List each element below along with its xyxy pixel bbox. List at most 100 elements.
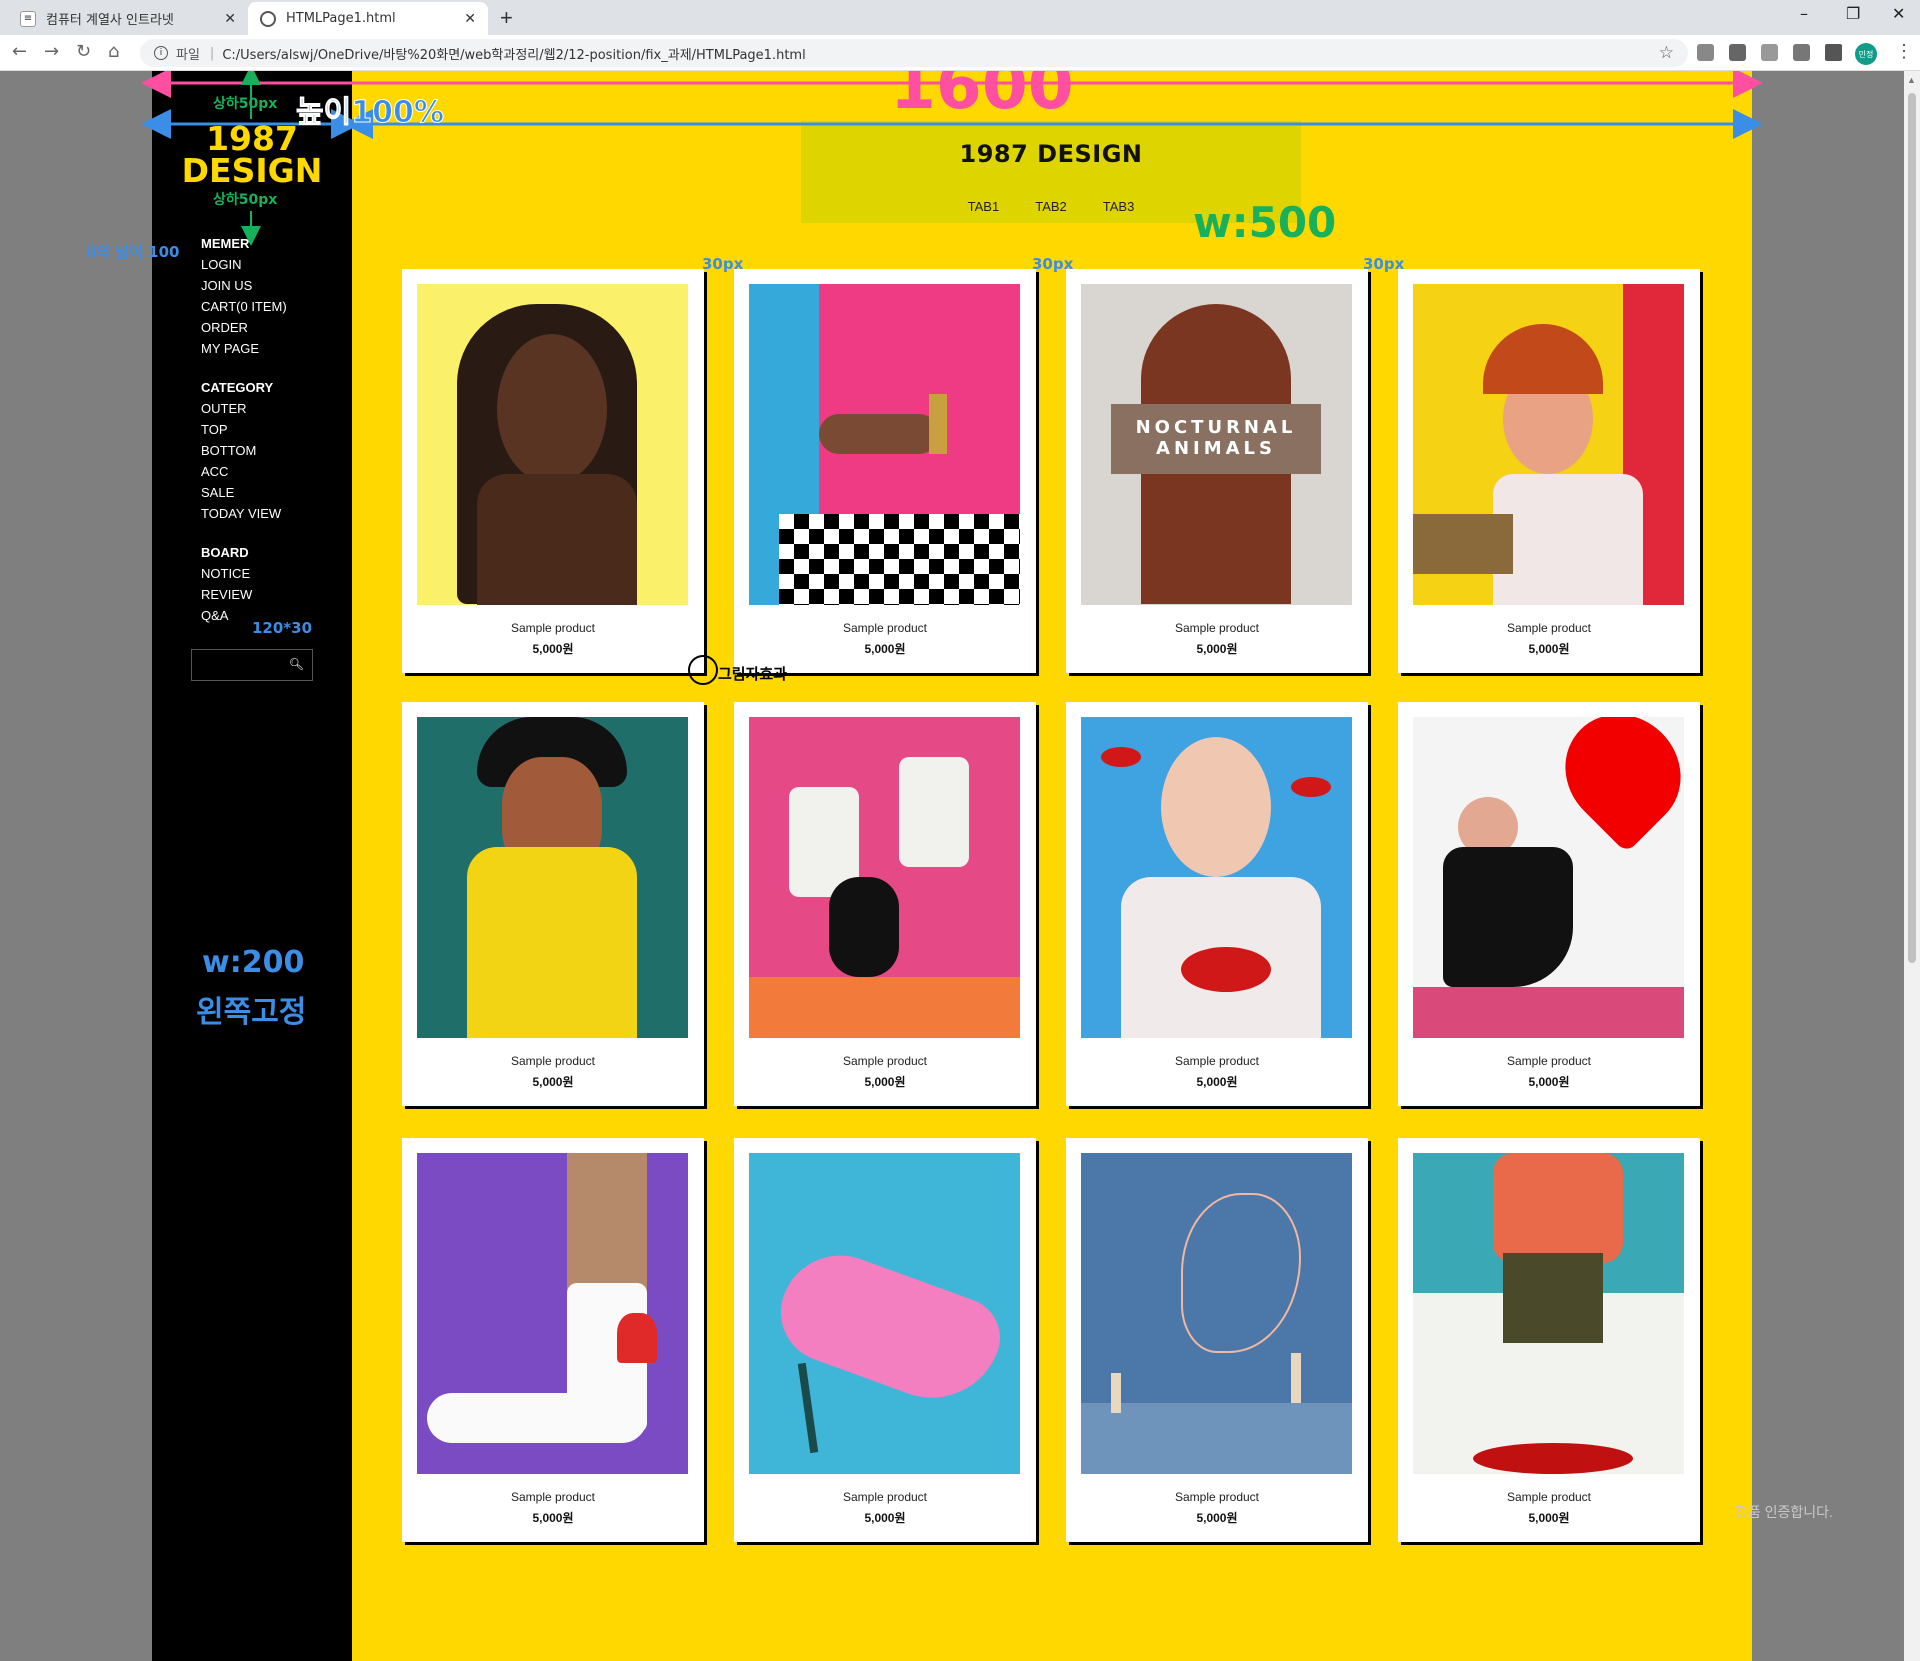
product-name[interactable]: Sample product (734, 621, 1036, 635)
search-input[interactable] (192, 650, 288, 680)
menu-link-order[interactable]: ORDER (201, 317, 321, 338)
browser-tab-intranet[interactable]: ≡ 컴퓨터 계열사 인트라넷 ✕ (8, 2, 248, 35)
close-tab-icon[interactable]: ✕ (464, 11, 476, 27)
product-name[interactable]: Sample product (1398, 1490, 1700, 1504)
annot-width-1600: 1600 (890, 71, 1074, 124)
window-close-icon[interactable]: ✕ (1892, 4, 1905, 23)
product-image[interactable] (417, 717, 688, 1038)
product-image[interactable] (1081, 1153, 1352, 1474)
reload-icon[interactable]: ↻ (76, 41, 91, 62)
restore-icon[interactable]: ❐ (1846, 4, 1860, 23)
menu-link-notice[interactable]: NOTICE (201, 563, 321, 584)
minimize-icon[interactable]: – (1800, 4, 1808, 23)
annot-sidebar-width: w:200 (202, 945, 305, 980)
tab-label: 컴퓨터 계열사 인트라넷 (46, 13, 174, 28)
product-card[interactable]: NOCTURNAL ANIMALS Sample product 5,000원 (1066, 269, 1368, 673)
annot-header-width: w:500 (1193, 198, 1337, 247)
info-icon[interactable]: i (154, 46, 168, 60)
product-image[interactable] (417, 1153, 688, 1474)
forward-icon[interactable]: → (44, 41, 59, 62)
site-logo[interactable]: 1987 DESIGN (152, 122, 352, 190)
tab-2[interactable]: TAB2 (1035, 199, 1067, 214)
product-card[interactable]: Sample product 5,000원 (1066, 1138, 1368, 1542)
scrollbar-thumb[interactable] (1908, 93, 1916, 963)
product-card[interactable]: Sample product 5,000원 (734, 269, 1036, 673)
product-price: 5,000원 (532, 1075, 574, 1089)
product-name[interactable]: Sample product (1066, 1490, 1368, 1504)
tab-1[interactable]: TAB1 (968, 199, 1000, 214)
scroll-up-icon[interactable]: ▲ (1907, 75, 1916, 85)
url-text[interactable]: C:/Users/alswj/OneDrive/바탕%20화면/web학과정리/… (222, 44, 805, 63)
product-image[interactable] (749, 717, 1020, 1038)
profile-avatar[interactable]: 민정 (1855, 43, 1877, 65)
menu-group-member: MEMER LOGIN JOIN US CART(0 ITEM) ORDER M… (201, 233, 321, 359)
product-name[interactable]: Sample product (734, 1490, 1036, 1504)
product-card[interactable]: Sample product 5,000원 (1398, 702, 1700, 1106)
product-name[interactable]: Sample product (1398, 1054, 1700, 1068)
product-image[interactable]: NOCTURNAL ANIMALS (1081, 284, 1352, 605)
product-image[interactable] (1413, 284, 1684, 605)
puzzle-icon[interactable] (1825, 44, 1842, 61)
menu-link-login[interactable]: LOGIN (201, 254, 321, 275)
bookmark-star-icon[interactable]: ☆ (1659, 43, 1674, 63)
back-icon[interactable]: ← (12, 41, 27, 62)
product-card[interactable]: Sample product 5,000원 (1066, 702, 1368, 1106)
product-image[interactable] (1413, 717, 1684, 1038)
product-card[interactable]: Sample product 5,000원 (734, 1138, 1036, 1542)
menu-link-mypage[interactable]: MY PAGE (201, 338, 321, 359)
product-image[interactable] (749, 1153, 1020, 1474)
more-menu-icon[interactable]: ⋮ (1895, 41, 1913, 62)
product-price: 5,000원 (1196, 1075, 1238, 1089)
product-image[interactable] (417, 284, 688, 605)
product-name[interactable]: Sample product (402, 1490, 704, 1504)
group-heading: CATEGORY (201, 380, 274, 395)
product-name[interactable]: Sample product (1066, 621, 1368, 635)
url-omnibox[interactable]: i 파일 | C:/Users/alswj/OneDrive/바탕%20화면/w… (140, 39, 1688, 67)
search-icon[interactable]: 🔍︎ (289, 657, 304, 671)
menu-link-join[interactable]: JOIN US (201, 275, 321, 296)
tab-label: HTMLPage1.html (286, 11, 396, 26)
page-viewport: 1987 DESIGN MEMER LOGIN JOIN US CART(0 I… (0, 71, 1920, 1661)
home-icon[interactable]: ⌂ (108, 41, 119, 62)
left-fixed-sidebar: 1987 DESIGN MEMER LOGIN JOIN US CART(0 I… (152, 71, 352, 1661)
menu-group-category: CATEGORY OUTER TOP BOTTOM ACC SALE TODAY… (201, 377, 321, 524)
product-card[interactable]: Sample product 5,000원 (402, 702, 704, 1106)
menu-link-cart[interactable]: CART(0 ITEM) (201, 296, 321, 317)
menu-link-acc[interactable]: ACC (201, 461, 321, 482)
sidebar-search: 🔍︎ (191, 649, 313, 681)
product-card[interactable]: Sample product 5,000원 (1398, 1138, 1700, 1542)
menu-link-bottom[interactable]: BOTTOM (201, 440, 321, 461)
product-image[interactable] (749, 284, 1020, 605)
close-tab-icon[interactable]: ✕ (224, 11, 236, 27)
product-card[interactable]: Sample product 5,000원 (402, 1138, 704, 1542)
extension-icon[interactable] (1729, 44, 1746, 61)
divider: | (209, 45, 215, 61)
product-card[interactable]: Sample product 5,000원 (402, 269, 704, 673)
product-price: 5,000원 (1528, 1511, 1570, 1525)
product-card[interactable]: Sample product 5,000원 (734, 702, 1036, 1106)
menu-link-outer[interactable]: OUTER (201, 398, 321, 419)
new-tab-button[interactable]: + (500, 5, 513, 31)
product-name[interactable]: Sample product (734, 1054, 1036, 1068)
browser-tab-htmlpage[interactable]: HTMLPage1.html ✕ (248, 2, 488, 35)
product-card[interactable]: Sample product 5,000원 (1398, 269, 1700, 673)
menu-link-sale[interactable]: SALE (201, 482, 321, 503)
extension-icon[interactable] (1793, 44, 1810, 61)
tab-3[interactable]: TAB3 (1103, 199, 1135, 214)
product-price: 5,000원 (1528, 642, 1570, 656)
annot-gap-1: 30px (702, 255, 744, 273)
product-name[interactable]: Sample product (402, 1054, 704, 1068)
product-name[interactable]: Sample product (402, 621, 704, 635)
product-image[interactable] (1413, 1153, 1684, 1474)
camera-icon[interactable] (1761, 44, 1778, 61)
logo-line: DESIGN (181, 151, 323, 190)
scrollbar[interactable]: ▲ (1904, 71, 1920, 1661)
extension-icon[interactable] (1697, 44, 1714, 61)
menu-link-top[interactable]: TOP (201, 419, 321, 440)
product-name[interactable]: Sample product (1066, 1054, 1368, 1068)
product-name[interactable]: Sample product (1398, 621, 1700, 635)
product-image[interactable] (1081, 717, 1352, 1038)
menu-link-review[interactable]: REVIEW (201, 584, 321, 605)
group-heading: MEMER (201, 236, 250, 251)
menu-link-today-view[interactable]: TODAY VIEW (201, 503, 321, 524)
